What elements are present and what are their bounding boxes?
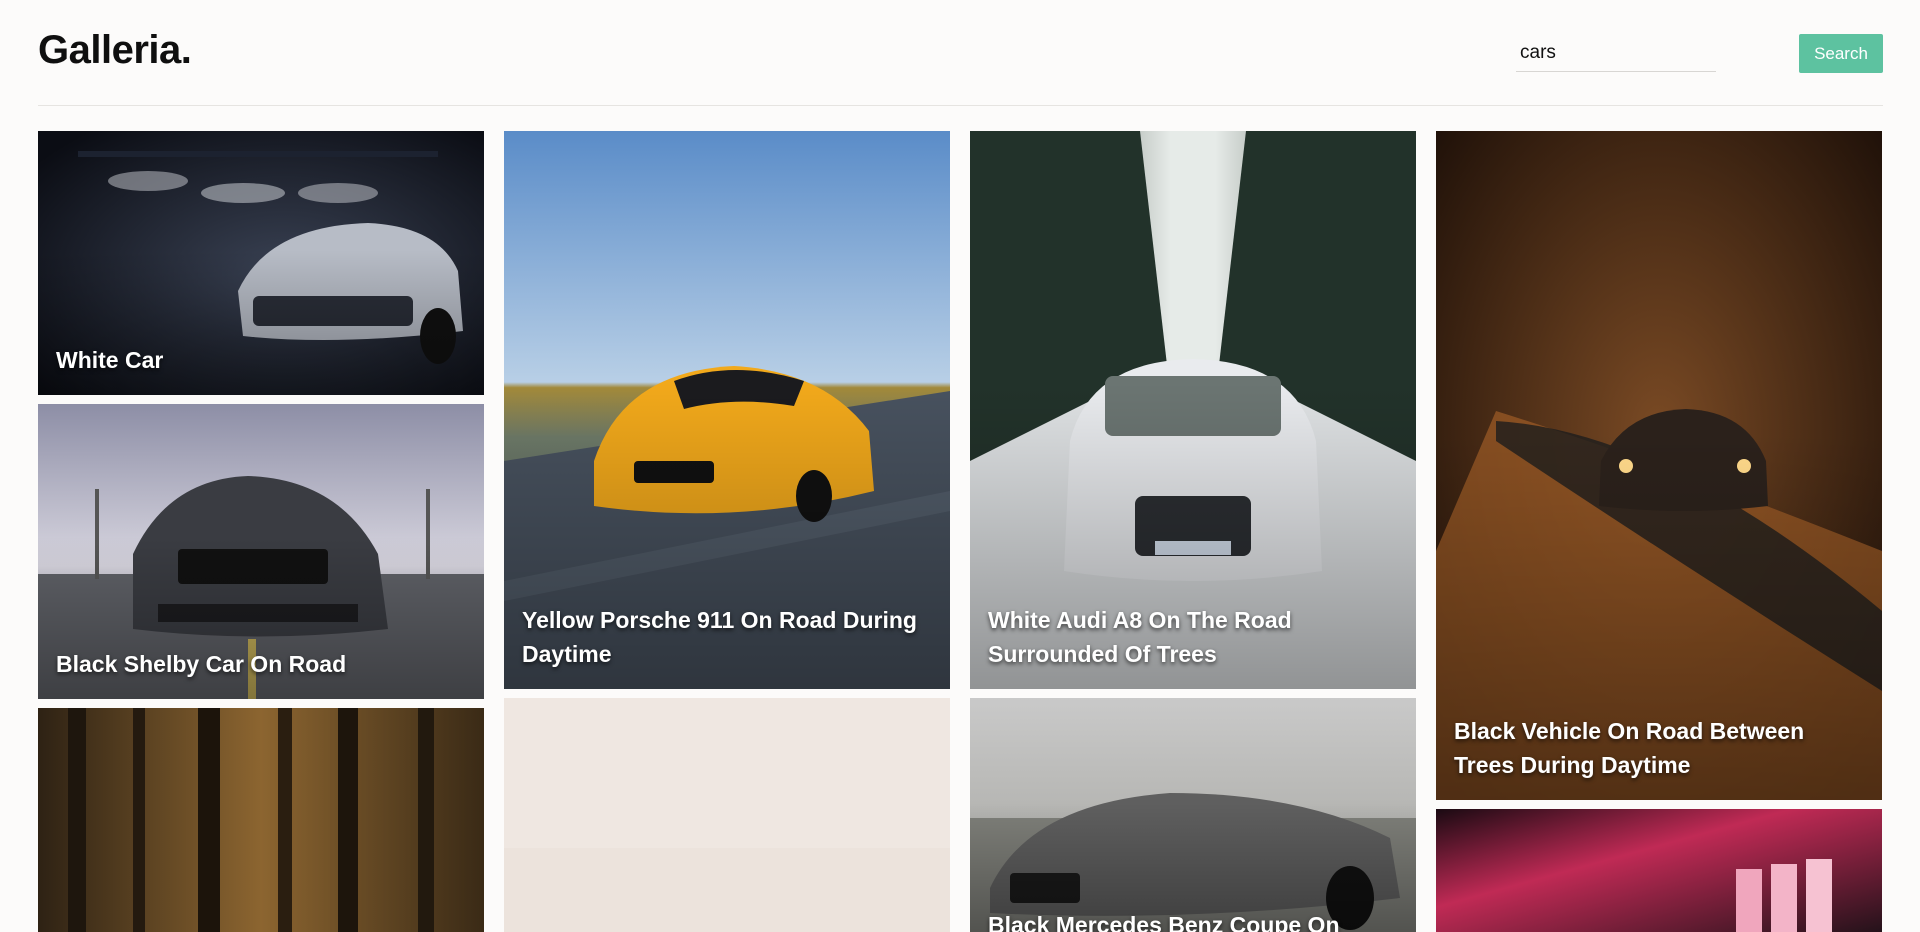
gallery-card[interactable]: Black Mercedes Benz Coupe On [970,698,1416,932]
image-gallery: White Car Black Shelby Car On Road Yello… [0,0,1920,932]
forest-image [38,708,484,932]
card-title: White Audi A8 On The Road Surrounded Of … [988,607,1292,667]
gallery-card[interactable] [1436,809,1882,932]
car-image [1436,809,1882,932]
card-title: Black Mercedes Benz Coupe On [988,912,1340,932]
gallery-card[interactable]: White Car [38,131,484,395]
gallery-card[interactable]: White Audi A8 On The Road Surrounded Of … [970,131,1416,689]
gallery-card[interactable]: Black Vehicle On Road Between Trees Duri… [1436,131,1882,800]
card-title: Yellow Porsche 911 On Road During Daytim… [522,607,917,667]
gallery-card[interactable]: Yellow Porsche 911 On Road During Daytim… [504,131,950,689]
card-title: White Car [56,347,164,373]
card-title: Black Shelby Car On Road [56,651,347,677]
car-image [504,698,950,932]
gallery-card[interactable] [38,708,484,932]
card-title: Black Vehicle On Road Between Trees Duri… [1454,718,1805,778]
gallery-card[interactable]: Black Shelby Car On Road [38,404,484,699]
gallery-card[interactable] [504,698,950,932]
